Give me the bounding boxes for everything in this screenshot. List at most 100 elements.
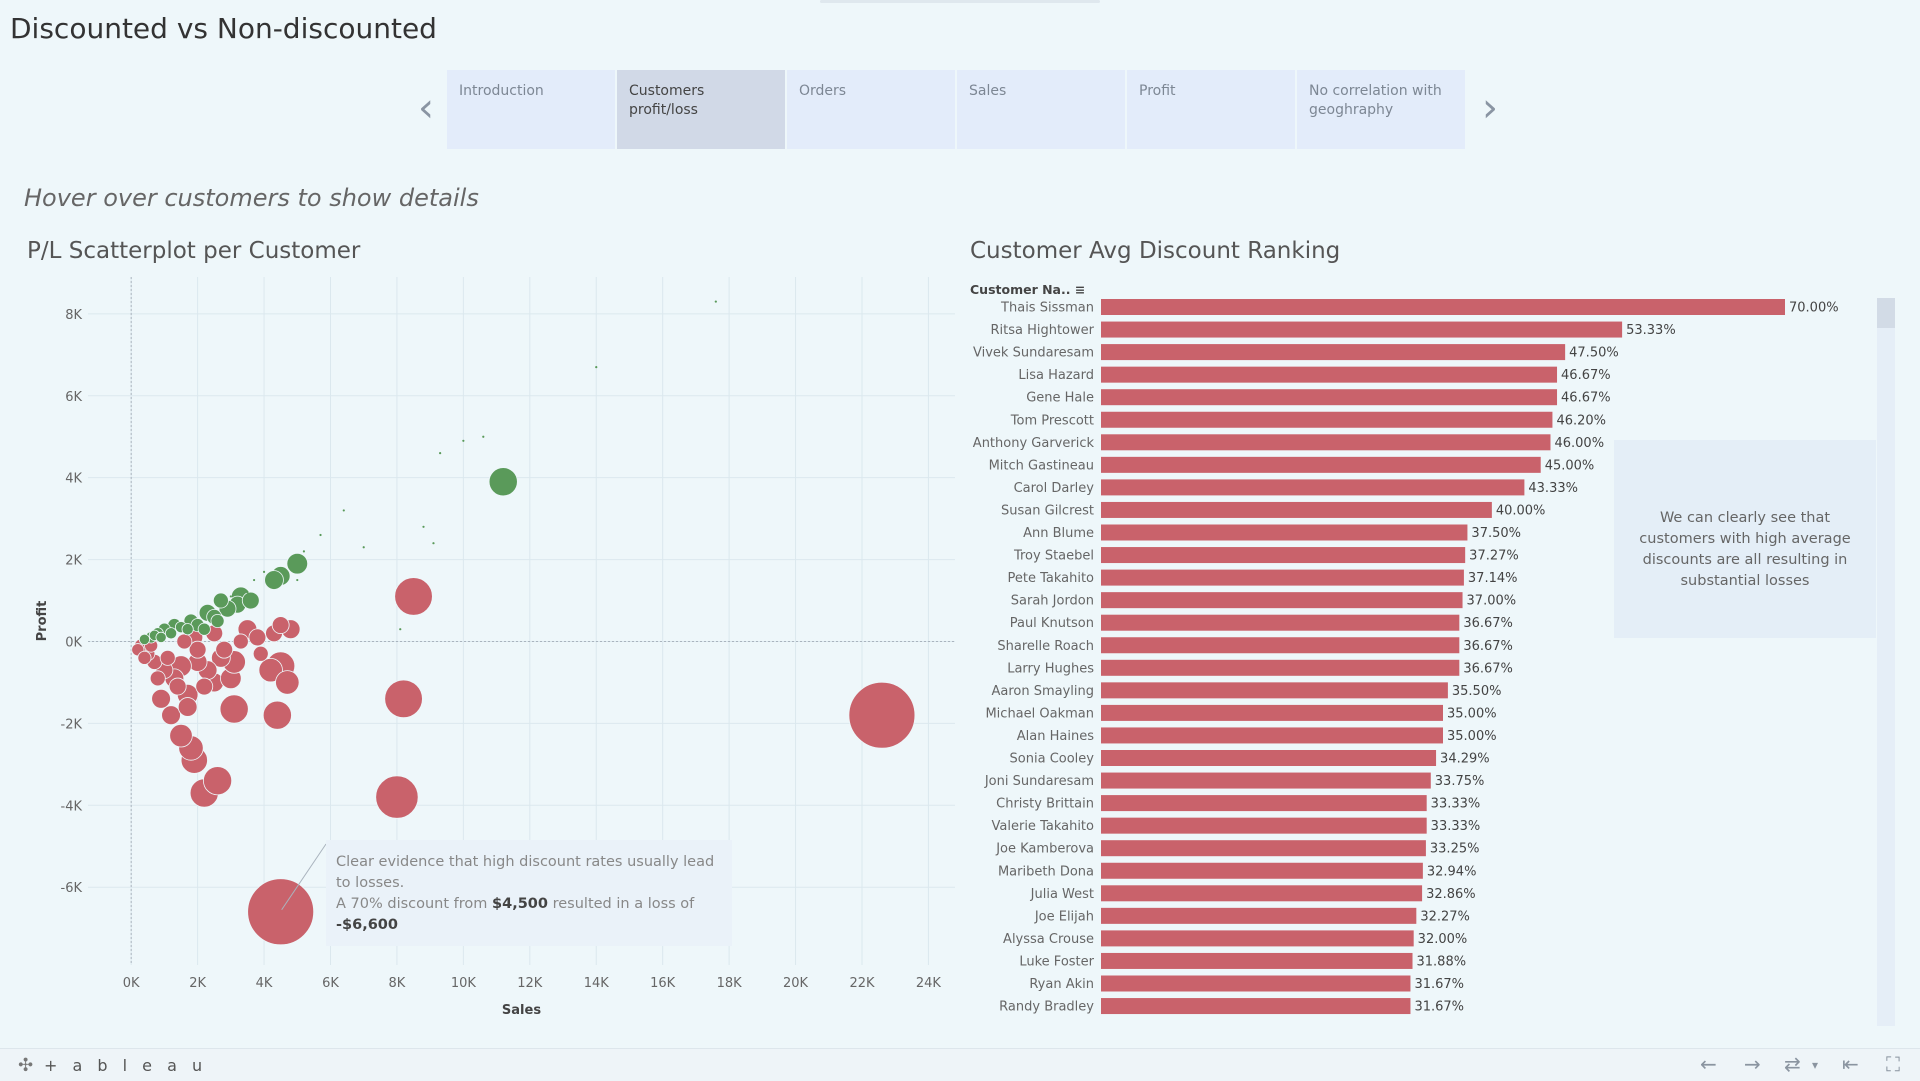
scatter-point [176,633,193,650]
ranking-customer-name: Larry Hughes [1007,661,1094,676]
scatter-point [319,533,322,537]
ranking-chart[interactable]: Thais Sissman 70.00% Ritsa Hightower 53.33%… [960,296,1900,1036]
scatter-point [296,578,299,582]
scatter-point [159,649,176,666]
tab-5[interactable]: No correlation with geoghraphy [1297,70,1465,149]
x-axis-label: Sales [502,1003,541,1018]
scatter-point [168,677,187,696]
ranking-value-label: 37.14% [1468,571,1518,586]
scatter-point [384,679,423,719]
ranking-bar [1101,321,1623,338]
chevron-right-icon[interactable]: › [1482,88,1498,128]
ranking-customer-name: Troy Staebel [1013,549,1094,564]
ranking-customer-name: Pete Takahito [1007,571,1094,586]
ranking-customer-name: Joe Elijah [1034,909,1094,924]
ranking-value-label: 36.67% [1463,616,1513,631]
tab-4[interactable]: Profit [1127,70,1295,149]
scatter-point [248,628,267,647]
fullscreen-icon[interactable]: ⛶ [1886,1052,1900,1076]
ranking-value-label: 32.27% [1420,909,1470,924]
ranking-value-label: 53.33% [1626,323,1676,338]
refresh-icon[interactable]: ⇄ [1784,1052,1801,1076]
annotation-loss-value: -$6,600 [336,917,398,933]
scatter-point [271,616,290,634]
scatter-point [177,697,198,717]
ranking-customer-name: Ryan Akin [1029,977,1094,992]
chevron-left-icon[interactable]: ‹ [418,88,434,128]
tab-1[interactable]: Customers profit/loss [617,70,785,149]
ranking-bar [1101,501,1492,518]
scatter-point [229,595,232,598]
ranking-customer-name: Joe Kamberova [995,842,1094,857]
ranking-customer-name: Gene Hale [1026,391,1094,406]
tab-0[interactable]: Introduction [447,70,615,149]
scatter-point [286,552,309,575]
ranking-customer-name: Sarah Jordon [1011,594,1094,609]
scatter-point [161,705,181,726]
annotation-sales-value: $4,500 [492,896,548,912]
ranking-column-header[interactable]: Customer Na.. ≡ [970,282,1085,297]
y-tick-label: 2K [65,554,82,569]
x-tick-label: 4K [256,976,273,991]
forward-icon[interactable]: → [1744,1052,1761,1076]
ranking-bar [1101,637,1460,654]
x-tick-label: 24K [916,976,942,991]
ranking-value-label: 31.67% [1414,1000,1464,1015]
ranking-bar [1101,952,1413,969]
scatter-point [232,633,249,650]
x-tick-label: 18K [717,976,743,991]
revert-icon[interactable]: ⇤ [1842,1052,1859,1076]
ranking-bar [1101,659,1460,676]
scatter-point [195,677,214,696]
scatter-point [169,723,193,748]
ranking-value-label: 33.33% [1431,819,1481,834]
ranking-bar [1101,704,1443,721]
scatter-point [181,623,194,636]
y-tick-label: -6K [61,881,83,896]
ranking-value-label: 37.27% [1469,549,1519,564]
ranking-bar [1101,389,1558,406]
ranking-scroll-thumb[interactable] [1877,298,1895,328]
scatter-point [422,525,425,528]
ranking-customer-name: Carol Darley [1014,481,1095,496]
x-tick-label: 0K [123,976,140,991]
ranking-scrollbar[interactable] [1877,298,1895,1026]
x-tick-label: 2K [189,976,206,991]
scatter-point [714,300,717,303]
ranking-value-label: 33.25% [1430,842,1480,857]
scatter-point [138,633,151,646]
ranking-customer-name: Julia West [1030,887,1094,902]
ranking-customer-name: Susan Gilcrest [1001,503,1094,518]
ranking-bar [1101,299,1785,315]
scatter-point [375,775,419,819]
ranking-customer-name: Ann Blume [1023,526,1094,541]
ranking-customer-name: Sonia Cooley [1010,752,1095,767]
ranking-customer-name: Paul Knutson [1010,616,1094,631]
ranking-value-label: 33.75% [1435,774,1485,789]
ranking-bar [1101,456,1541,473]
scatter-point [246,591,249,594]
ranking-customer-name: Alan Haines [1017,729,1094,744]
refresh-dropdown-icon[interactable]: ▾ [1812,1058,1818,1072]
ranking-value-label: 45.00% [1545,458,1595,473]
ranking-value-label: 34.29% [1440,752,1490,767]
scatter-point [151,688,171,709]
scatter-point [252,645,269,662]
y-tick-label: 4K [65,472,82,487]
sort-icon[interactable]: ≡ [1075,282,1085,297]
ranking-bar [1101,975,1411,992]
scatter-point [241,591,260,610]
x-tick-label: 8K [389,976,406,991]
ranking-bar [1101,930,1414,947]
ranking-value-label: 35.00% [1447,729,1497,744]
scatter-point [210,613,225,628]
scatter-point [212,592,229,609]
scatter-point [399,628,402,631]
ranking-header-label: Customer Na.. [970,282,1071,297]
y-tick-label: -2K [61,717,83,732]
back-icon[interactable]: ← [1700,1052,1717,1076]
ranking-value-label: 35.00% [1447,706,1497,721]
tab-2[interactable]: Orders [787,70,955,149]
tab-3[interactable]: Sales [957,70,1125,149]
ranking-bar [1101,434,1551,451]
